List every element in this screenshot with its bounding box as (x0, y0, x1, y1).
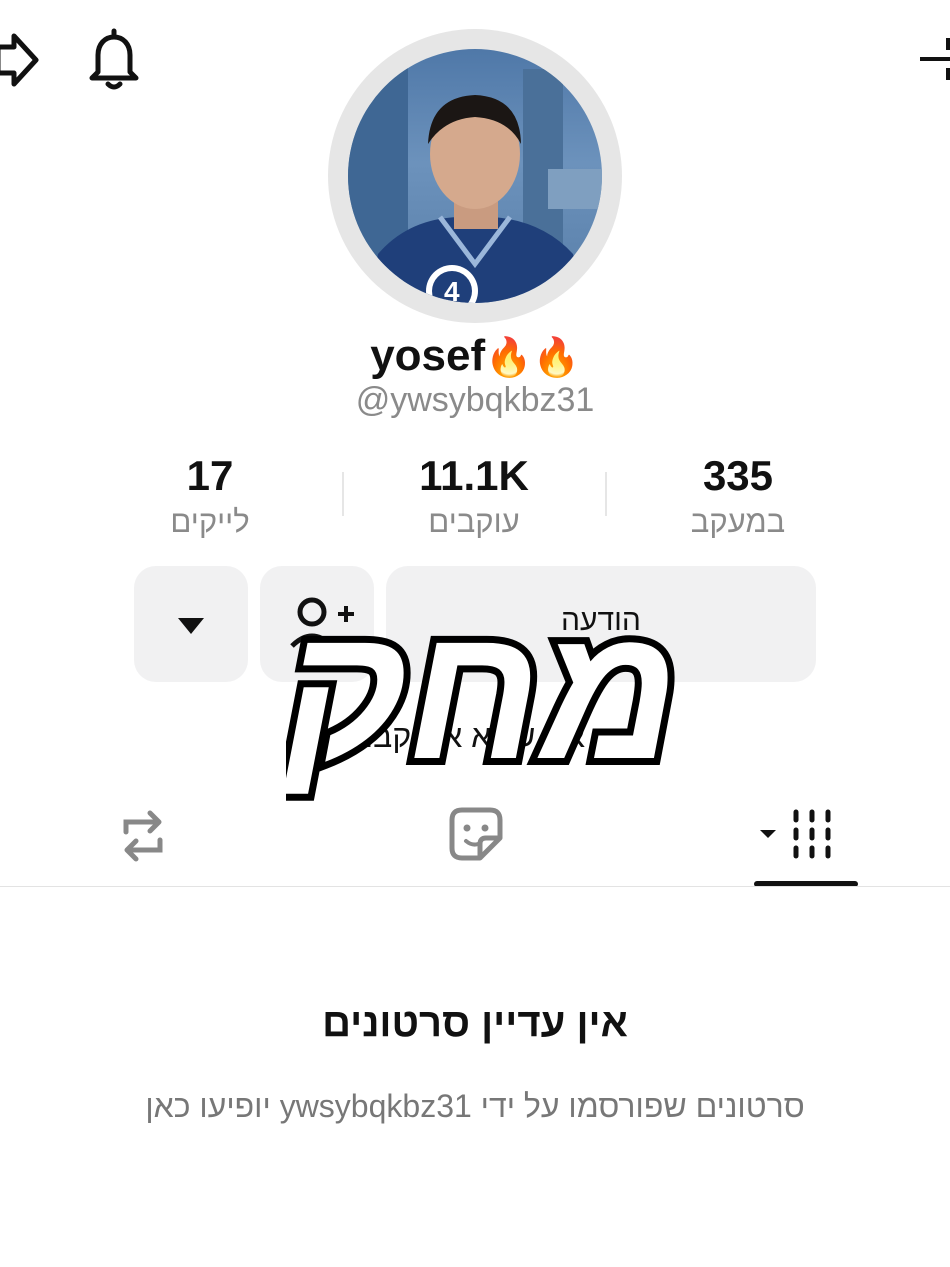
more-options-button[interactable] (134, 566, 248, 682)
tab-reposts[interactable] (112, 808, 174, 864)
overlay-text: מחק (286, 590, 676, 799)
stat-likes[interactable]: 17 לייקים (90, 450, 330, 542)
stat-following[interactable]: 335 במעקב (618, 450, 858, 542)
stats-divider (342, 472, 344, 516)
sticker-icon (449, 807, 503, 861)
overlay-sticker-text: מחק (286, 590, 676, 804)
repost-icon (123, 810, 163, 862)
tabs-divider (0, 886, 950, 887)
tab-liked[interactable] (446, 804, 506, 864)
caret-down-icon (178, 618, 204, 634)
share-arrow-icon[interactable] (0, 30, 44, 90)
avatar[interactable]: 4 (348, 49, 602, 303)
likes-label: לייקים (170, 504, 250, 539)
followers-label: עוקבים (428, 504, 520, 539)
stat-followers[interactable]: 11.1K עוקבים (354, 450, 594, 542)
display-name-text: yosef (370, 331, 486, 380)
empty-state-title: אין עדיין סרטונים (322, 1001, 628, 1045)
fire-emoji: 🔥🔥 (485, 337, 580, 379)
bell-icon[interactable] (86, 28, 142, 92)
svg-text:4: 4 (444, 276, 460, 303)
tab-videos[interactable] (756, 806, 840, 862)
stats-divider (605, 472, 607, 516)
menu-icon[interactable] (918, 36, 950, 82)
followers-count: 11.1K (419, 452, 529, 499)
grid-icon (760, 809, 831, 859)
following-label: במעקב (690, 504, 786, 539)
username: @ywsybqkbz31 (355, 381, 595, 419)
empty-state-subtitle: סרטונים שפורסמו על ידי ywsybqkbz31 יופיע… (145, 1088, 805, 1124)
likes-count: 17 (186, 452, 234, 499)
following-count: 335 (702, 452, 774, 499)
